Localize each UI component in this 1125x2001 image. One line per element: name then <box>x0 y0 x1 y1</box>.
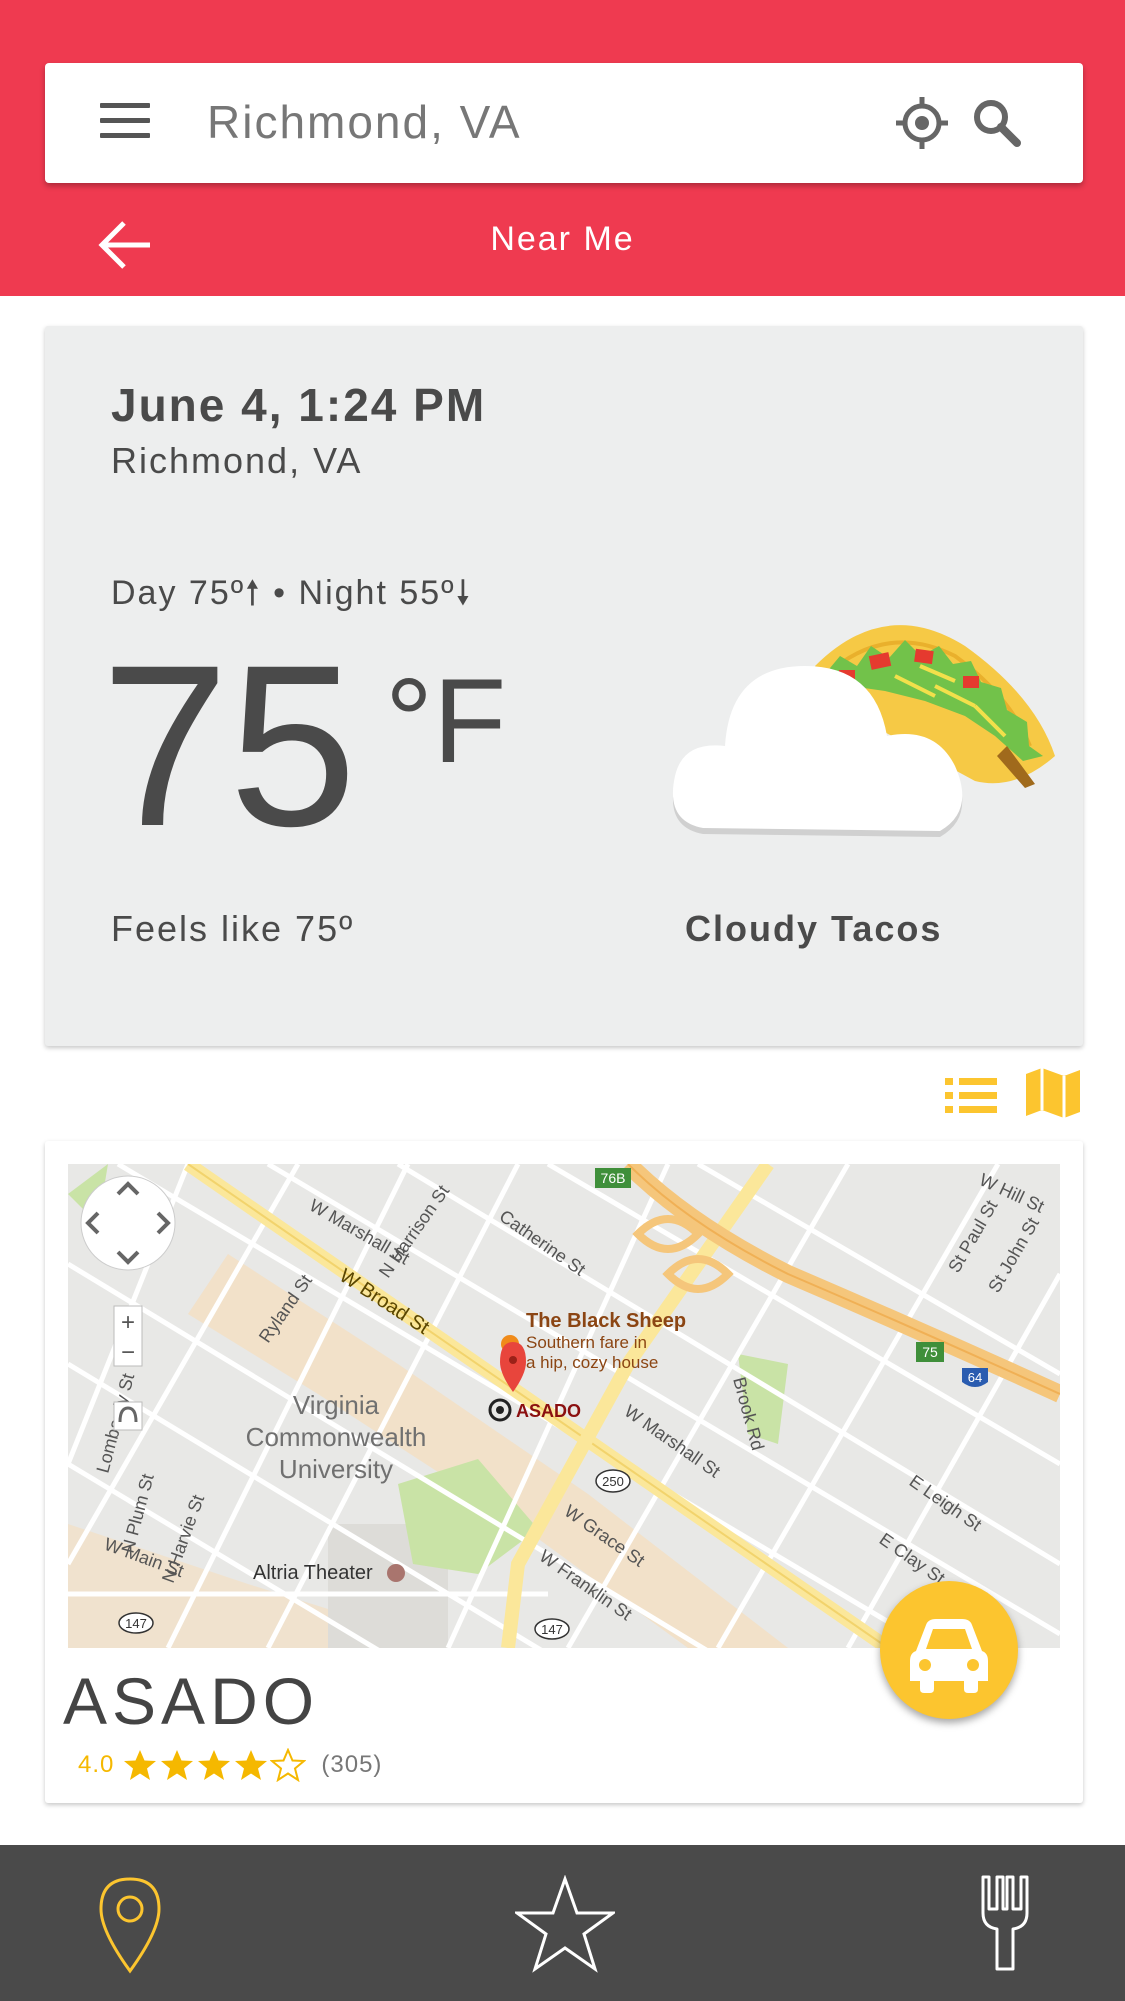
zoom-out-button[interactable]: − <box>121 1339 135 1366</box>
map-view-icon[interactable] <box>1024 1068 1082 1118</box>
search-icon[interactable] <box>971 97 1023 149</box>
poi-label-altria[interactable]: Altria Theater <box>253 1562 373 1584</box>
temperature-unit: °F <box>385 654 507 788</box>
restaurant-map[interactable]: W Marshall St N Harrison St Catherine St… <box>68 1164 1060 1648</box>
rating-row: 4.0 (305) <box>78 1745 382 1785</box>
poi-label: Virginia <box>293 1390 380 1420</box>
map-rotate-icon[interactable] <box>113 1401 143 1431</box>
feels-like: Feels like 75º <box>111 908 355 949</box>
star-empty-icon <box>270 1748 307 1782</box>
car-icon <box>910 1619 988 1693</box>
highway-shield: 64 <box>968 1370 982 1385</box>
menu-icon[interactable] <box>100 103 172 147</box>
poi-label: Commonwealth <box>246 1422 427 1452</box>
rating-stars <box>122 1748 307 1782</box>
weather-datetime: June 4, 1:24 PM <box>111 379 487 431</box>
directions-car-button[interactable] <box>880 1581 1018 1719</box>
zoom-in-button[interactable]: + <box>121 1309 135 1336</box>
cloudy-taco-icon <box>672 625 1055 837</box>
locate-icon[interactable] <box>896 97 948 149</box>
highway-shield: 147 <box>541 1622 563 1637</box>
current-temperature: 75 <box>101 617 357 874</box>
weather-city: Richmond, VA <box>111 440 363 481</box>
bottom-navigation <box>0 1845 1125 2001</box>
weather-condition: Cloudy Tacos <box>685 908 943 949</box>
poi-label-black-sheep[interactable]: The Black Sheep <box>526 1310 686 1332</box>
poi-label: University <box>279 1454 393 1484</box>
page-title: Near Me <box>490 220 635 258</box>
search-bar: Richmond, VA <box>45 63 1083 183</box>
star-filled-icon <box>161 1750 194 1780</box>
highway-shield: 250 <box>602 1474 624 1489</box>
highway-shield: 147 <box>125 1616 147 1631</box>
star-icon[interactable] <box>515 1875 615 1975</box>
location-search-input[interactable]: Richmond, VA <box>207 95 522 149</box>
review-count: (305) <box>321 1751 383 1778</box>
star-filled-icon <box>124 1750 157 1780</box>
poi-label-asado[interactable]: ASADO <box>516 1401 581 1421</box>
poi-desc: a hip, cozy house <box>526 1353 658 1372</box>
app-header: Richmond, VA Near Me <box>0 0 1125 296</box>
map-pan-control[interactable] <box>80 1175 176 1271</box>
star-filled-icon <box>235 1750 268 1780</box>
restaurant-name[interactable]: ASADO <box>63 1663 319 1739</box>
location-pin-icon[interactable] <box>95 1875 165 1975</box>
rating-value: 4.0 <box>78 1751 115 1778</box>
weather-card: June 4, 1:24 PM Richmond, VA Day 75º🠕 • … <box>45 326 1083 1046</box>
highway-shield: 76B <box>601 1170 626 1186</box>
star-filled-icon <box>198 1750 231 1780</box>
poi-desc: Southern fare in <box>526 1333 647 1352</box>
fork-icon[interactable] <box>975 1873 1035 1973</box>
list-view-icon[interactable] <box>945 1076 997 1116</box>
highway-shield: 75 <box>922 1344 938 1360</box>
